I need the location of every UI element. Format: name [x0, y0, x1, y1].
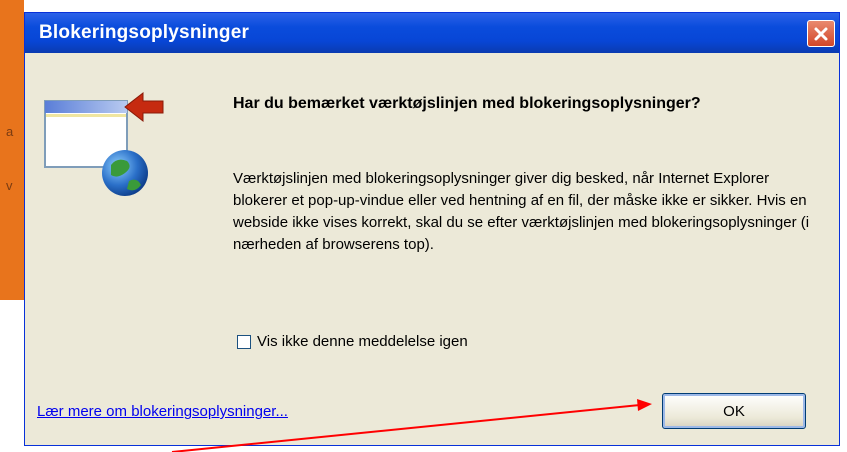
information-bar-globe-icon [37, 63, 167, 203]
close-button[interactable] [807, 20, 835, 47]
ok-button[interactable]: OK [662, 393, 806, 429]
ok-button-label: OK [723, 402, 745, 420]
dialog-body-text: Værktøjslinjen med blokeringsoplysninger… [233, 170, 810, 253]
learn-more-link[interactable]: Lær mere om blokeringsoplysninger... [37, 403, 288, 420]
title-bar[interactable]: Blokeringsoplysninger [25, 13, 839, 53]
information-bar-dialog: Blokeringsoplysninger Har du bemærket væ… [24, 12, 840, 446]
dialog-heading: Har du bemærket værktøjslinjen med bloke… [233, 95, 701, 112]
dont-show-again-checkbox[interactable] [237, 334, 251, 349]
background-text: v [6, 178, 13, 193]
dont-show-again-row[interactable]: Vis ikke denne meddelelse igen [237, 333, 468, 350]
dialog-title: Blokeringsoplysninger [39, 22, 250, 43]
close-icon [814, 27, 828, 40]
background-window-lower [0, 300, 24, 452]
dont-show-again-label[interactable]: Vis ikke denne meddelelse igen [257, 333, 468, 350]
background-text: a [6, 124, 14, 139]
